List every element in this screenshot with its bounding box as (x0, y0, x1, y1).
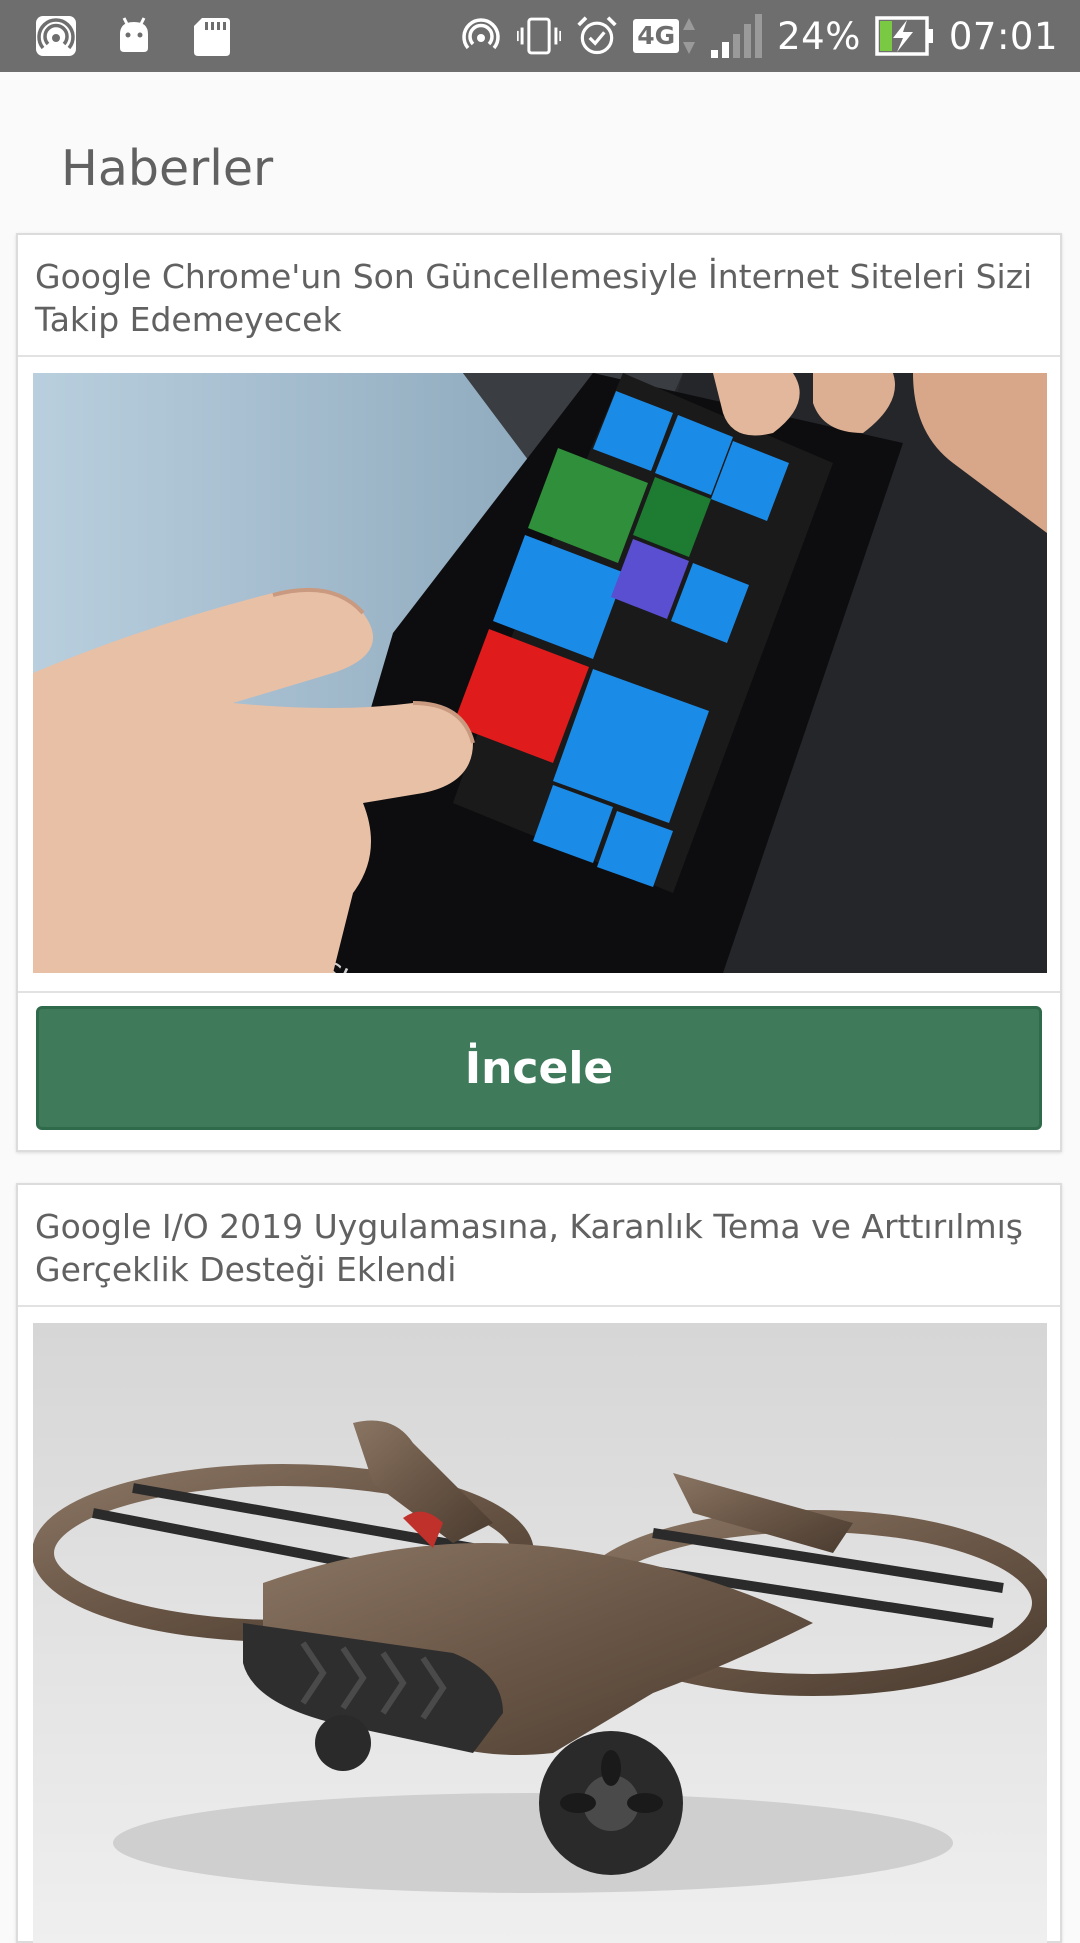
page-title: Haberler (61, 140, 274, 197)
divider (18, 991, 1060, 993)
battery-charging-icon (875, 16, 933, 56)
news-title[interactable]: Google I/O 2019 Uygulamasına, Karanlık T… (35, 1205, 1035, 1291)
incele-button[interactable]: İncele (36, 1006, 1042, 1130)
news-title[interactable]: Google Chrome'un Son Güncellemesiyle İnt… (35, 255, 1035, 341)
clock: 07:01 (948, 14, 1058, 58)
android-icon (120, 17, 148, 52)
alarm-icon (577, 16, 617, 55)
signal-icon (711, 14, 763, 58)
data-arrows-icon (683, 18, 696, 54)
battery-percent: 24% (777, 14, 861, 58)
hotspot-icon (36, 16, 76, 56)
sd-card-icon (194, 18, 230, 56)
vibrate-icon (517, 17, 562, 55)
network-type: 4G (633, 19, 680, 53)
divider (18, 1305, 1060, 1307)
status-bar: 4G 24% 07:01 (0, 0, 1080, 72)
hotspot-icon (462, 18, 500, 50)
news-card: Google Chrome'un Son Güncellemesiyle İnt… (16, 233, 1062, 1152)
hover-bike-image[interactable] (33, 1323, 1047, 1943)
divider (18, 355, 1060, 357)
news-card: Google I/O 2019 Uygulamasına, Karanlık T… (16, 1183, 1062, 1943)
flexible-phone-image[interactable]: SAMSU (33, 373, 1047, 973)
